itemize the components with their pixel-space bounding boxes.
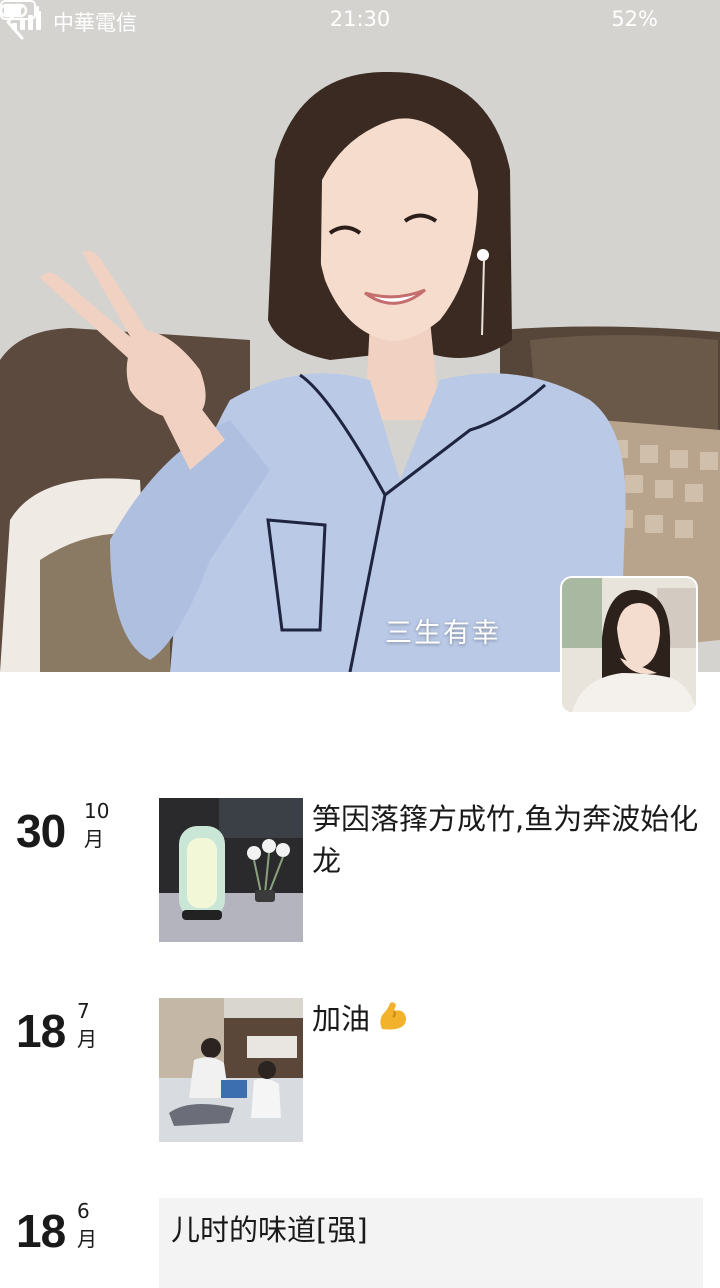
post-month: 10月 — [84, 799, 110, 851]
post-day: 18 — [16, 1005, 66, 1057]
profile-avatar[interactable] — [562, 578, 696, 712]
status-bar: 中華電信 21:30 52% — [0, 0, 720, 40]
text-post-card[interactable]: 儿时的味道[强] — [159, 1198, 703, 1288]
chevron-left-icon — [6, 4, 24, 40]
family-photo — [159, 998, 303, 1142]
post-month: 7月 — [77, 999, 97, 1051]
post-text-content: 加油 — [312, 1002, 371, 1036]
post-text: 儿时的味道[强] — [171, 1213, 368, 1247]
cover-illustration — [0, 0, 720, 672]
cover-username: 三生有幸 — [385, 618, 501, 649]
flexed-biceps-icon — [380, 1002, 407, 1030]
post-thumbnail[interactable] — [159, 798, 303, 942]
post-month: 6月 — [77, 1199, 97, 1251]
cover-photo[interactable]: 中華電信 21:30 52% 三生有幸 — [0, 0, 720, 672]
post-text[interactable]: 笋因落箨方成竹,鱼为奔波始化龙 — [312, 798, 707, 882]
post-text[interactable]: 加油 — [312, 998, 707, 1040]
battery-percentage: 52% — [611, 7, 658, 31]
post-day: 18 — [16, 1205, 66, 1257]
post-day: 30 — [16, 805, 66, 857]
avatar-image — [562, 578, 696, 712]
back-button[interactable] — [0, 0, 36, 44]
lamp-photo — [159, 798, 303, 942]
post-thumbnail[interactable] — [159, 998, 303, 1142]
